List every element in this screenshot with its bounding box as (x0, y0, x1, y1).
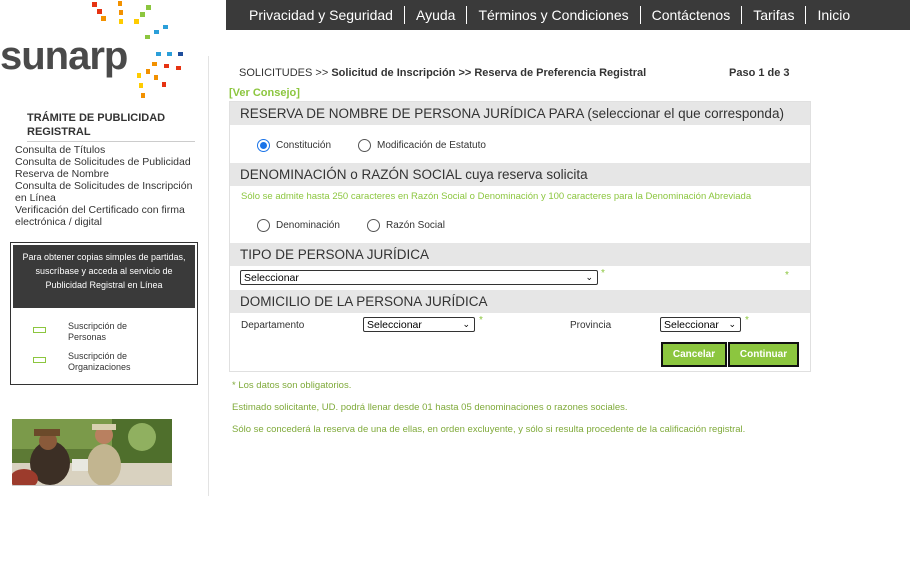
green-bar-icon (33, 327, 46, 333)
radio-constitucion[interactable]: Constitución (257, 139, 331, 152)
breadcrumb-prefix: SOLICITUDES >> (239, 67, 329, 79)
nav-tarifas[interactable]: Tarifas (742, 7, 805, 23)
section-tipo-persona-header: TIPO DE PERSONA JURÍDICA (230, 243, 810, 266)
required-fields-note: * Los datos son obligatorios. (232, 380, 352, 391)
sidebar-link-verificacion-certificado[interactable]: Verificación del Certificado con firma e… (15, 204, 207, 228)
provincia-label: Provincia (570, 320, 612, 331)
nav-inicio[interactable]: Inicio (806, 7, 861, 23)
promo-item-label: Suscripción de Personas (68, 321, 128, 342)
radio-modificacion-estatuto[interactable]: Modificación de Estatuto (358, 139, 486, 152)
character-limit-note: Sólo se admite hasta 250 caracteres en R… (241, 191, 752, 202)
chevron-down-icon: ⌄ (585, 272, 593, 282)
radio-circle[interactable] (367, 219, 380, 232)
promo-item-organizaciones[interactable]: Suscripción de Organizaciones (33, 351, 158, 373)
sidebar-link-consulta-titulos[interactable]: Consulta de Títulos (15, 144, 207, 156)
departamento-label: Departamento (241, 320, 305, 331)
provincia-select[interactable]: Seleccionar ⌄ (660, 317, 741, 332)
select-value: Seleccionar (244, 271, 299, 284)
cancel-button[interactable]: Cancelar (661, 342, 727, 367)
section-reserva-header: RESERVA DE NOMBRE DE PERSONA JURÍDICA PA… (230, 102, 810, 125)
breadcrumb-current: Solicitud de Inscripción >> Reserva de P… (331, 67, 647, 79)
select-value: Seleccionar (664, 318, 719, 331)
top-nav: Privacidad y Seguridad Ayuda Términos y … (226, 0, 910, 30)
sidebar-title: TRÁMITE DE PUBLICIDAD REGISTRAL (27, 112, 166, 138)
radio-circle[interactable] (358, 139, 371, 152)
select-value: Seleccionar (367, 318, 422, 331)
radio-razon-social[interactable]: Razón Social (367, 219, 445, 232)
section-denominacion-header: DENOMINACIÓN o RAZÓN SOCIAL cuya reserva… (230, 163, 810, 186)
sidebar-divider (208, 56, 209, 496)
promo-text: Para obtener copias simples de partidas,… (13, 245, 195, 308)
denominations-limit-note: Estimado solicitante, UD. podrá llenar d… (232, 402, 628, 413)
radio-circle[interactable] (257, 219, 270, 232)
sidebar-link-consulta-publicidad[interactable]: Consulta de Solicitudes de Publicidad (15, 156, 207, 168)
radio-denominacion[interactable]: Denominación (257, 219, 340, 232)
sidebar-link-reserva-nombre[interactable]: Reserva de Nombre (15, 168, 207, 180)
nav-privacidad[interactable]: Privacidad y Seguridad (238, 7, 404, 23)
sunarp-logo[interactable]: sunarp (0, 0, 200, 100)
people-photo-image (12, 419, 172, 485)
sidebar-photo (12, 419, 172, 486)
sidebar-title-rule (27, 141, 195, 142)
radio-label: Razón Social (386, 220, 445, 231)
chevron-down-icon: ⌄ (728, 319, 736, 329)
radio-circle-checked[interactable] (257, 139, 270, 152)
subscription-promo: Para obtener copias simples de partidas,… (10, 242, 198, 385)
sidebar-link-consulta-inscripcion[interactable]: Consulta de Solicitudes de Inscripción e… (15, 180, 207, 204)
nav-contactenos[interactable]: Contáctenos (641, 7, 742, 23)
chevron-down-icon: ⌄ (462, 319, 470, 329)
nav-ayuda[interactable]: Ayuda (405, 7, 466, 23)
departamento-select[interactable]: Seleccionar ⌄ (363, 317, 475, 332)
logo-wordmark: sunarp (0, 34, 128, 78)
reservation-form: RESERVA DE NOMBRE DE PERSONA JURÍDICA PA… (229, 101, 811, 372)
radio-label: Modificación de Estatuto (377, 140, 486, 151)
tipo-persona-select[interactable]: Seleccionar ⌄ (240, 270, 598, 285)
radio-label: Constitución (276, 140, 332, 151)
required-mark: * (785, 270, 789, 281)
promo-item-label: Suscripción de Organizaciones (68, 351, 131, 372)
required-mark: * (479, 315, 483, 326)
ver-consejo-link[interactable]: [Ver Consejo] (229, 87, 300, 99)
green-bar-icon (33, 357, 46, 363)
step-indicator: Paso 1 de 3 (729, 67, 790, 79)
reservation-policy-note: Sólo se concederá la reserva de una de e… (232, 424, 746, 435)
promo-item-personas[interactable]: Suscripción de Personas (33, 321, 158, 343)
continue-button[interactable]: Continuar (728, 342, 799, 367)
required-mark: * (601, 268, 605, 279)
radio-label: Denominación (276, 220, 340, 231)
nav-terminos[interactable]: Términos y Condiciones (467, 7, 639, 23)
breadcrumb: SOLICITUDES >> Solicitud de Inscripción … (239, 67, 646, 79)
sidebar-links: Consulta de Títulos Consulta de Solicitu… (15, 144, 207, 228)
section-domicilio-header: DOMICILIO DE LA PERSONA JURÍDICA (230, 290, 810, 313)
required-mark: * (745, 315, 749, 326)
